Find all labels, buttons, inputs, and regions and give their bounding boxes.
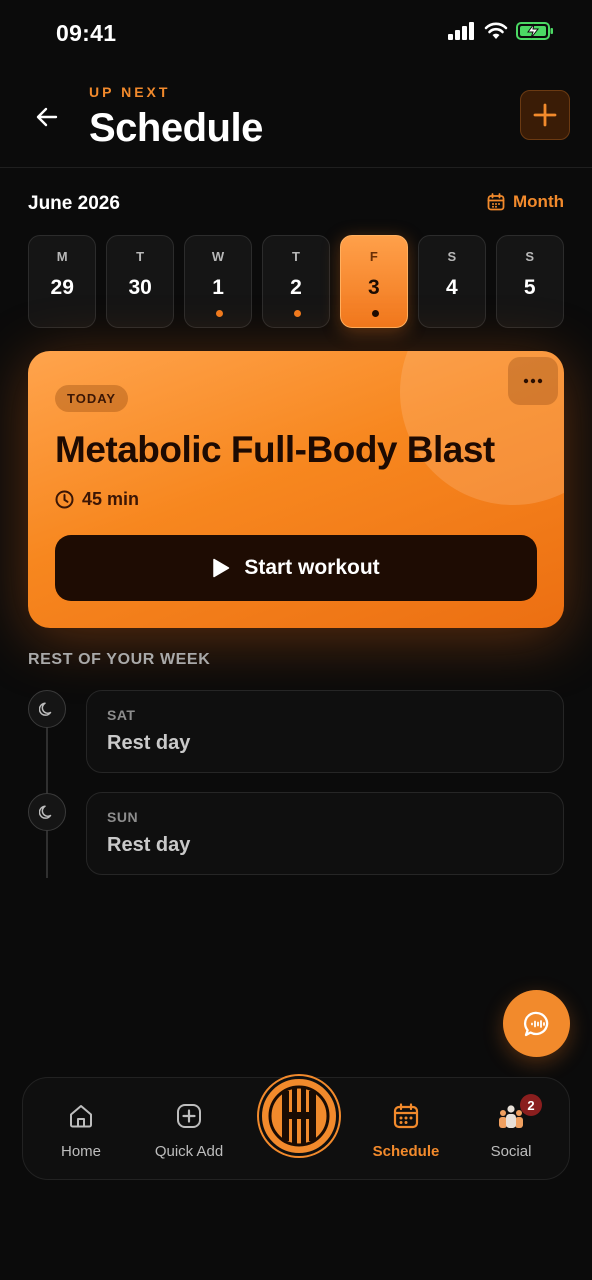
home-icon [70, 1105, 92, 1128]
rest-day-label: Rest day [107, 834, 191, 856]
workout-title: Metabolic Full-Body Blast [55, 429, 495, 470]
day-cell[interactable]: T 2 [261, 235, 331, 328]
nav-social[interactable]: Social 2 [466, 1094, 556, 1160]
timeline-marker [28, 690, 66, 728]
day-cell[interactable]: M 29 [28, 235, 97, 328]
day-of-week: F [369, 249, 378, 264]
rest-day-card[interactable]: SAT Rest day [86, 690, 564, 773]
day-number: 1 [212, 276, 224, 299]
rest-day-label: Rest day [107, 732, 191, 754]
clock-icon [55, 490, 74, 509]
start-workout-label: Start workout [244, 556, 380, 579]
status-time: 09:41 [56, 20, 117, 46]
battery-charging-icon [516, 22, 553, 40]
event-dot [371, 310, 379, 317]
start-workout-button[interactable]: Start workout [55, 535, 537, 601]
day-number: 2 [290, 276, 302, 299]
day-cell[interactable]: S 5 [495, 235, 564, 328]
add-button[interactable] [520, 90, 570, 140]
rest-day-card[interactable]: SUN Rest day [86, 792, 564, 875]
workout-card[interactable]: TODAY Metabolic Full-Body Blast 45 min S… [28, 351, 564, 628]
more-options-button[interactable] [508, 357, 558, 405]
eyebrow-label: UP NEXT [89, 84, 171, 100]
day-cell[interactable]: S 4 [417, 235, 487, 328]
workout-duration: 45 min [55, 489, 139, 510]
status-icons [448, 22, 554, 40]
nav-home-label: Home [60, 1143, 101, 1160]
app-logo-icon [265, 1082, 333, 1150]
day-number: 30 [128, 276, 152, 299]
month-view-toggle[interactable]: Month [487, 192, 564, 212]
section-title: REST OF YOUR WEEK [28, 651, 211, 668]
arrow-left-icon [36, 107, 58, 127]
wifi-icon [484, 22, 508, 39]
chat-fab-button[interactable] [503, 990, 570, 1057]
rest-day-name: SAT [107, 707, 136, 723]
nav-social-label: Social [490, 1143, 532, 1160]
bottom-nav: Home Quick Add Schedule Social 2 [22, 1076, 570, 1180]
day-cell[interactable]: W 1 [183, 235, 253, 328]
plus-square-icon [177, 1104, 201, 1128]
more-horizontal-icon [523, 378, 543, 384]
day-number: 29 [50, 276, 74, 299]
day-strip: M 29 T 30 W 1 T 2 F 3 S 4 S 5 [28, 235, 564, 328]
moon-icon [39, 805, 52, 819]
notification-badge: 2 [520, 1094, 542, 1116]
header: UP NEXT Schedule [0, 66, 592, 168]
day-of-week: T [292, 249, 300, 264]
event-dot [293, 310, 301, 317]
moon-icon [39, 702, 52, 716]
calendar-icon [393, 1103, 419, 1129]
chat-bubble-icon [523, 1011, 548, 1036]
day-cell-selected[interactable]: F 3 [339, 235, 409, 328]
day-number: 5 [523, 276, 536, 299]
day-cell[interactable]: T 30 [105, 235, 175, 328]
month-row: June 2026 Month [28, 190, 564, 220]
app-logo-button[interactable] [259, 1076, 339, 1156]
play-icon [213, 558, 230, 578]
today-badge: TODAY [55, 385, 129, 412]
status-bar: 09:41 [0, 0, 592, 66]
nav-home[interactable]: Home [36, 1100, 126, 1160]
day-of-week: M [56, 249, 68, 264]
day-of-week: T [136, 249, 145, 264]
nav-schedule-label: Schedule [372, 1143, 440, 1160]
day-of-week: S [525, 249, 535, 264]
nav-quick-add[interactable]: Quick Add [144, 1100, 234, 1160]
duration-label: 45 min [82, 489, 140, 509]
timeline-marker [28, 793, 66, 831]
day-number: 4 [445, 276, 458, 299]
cellular-signal-icon [448, 22, 474, 40]
nav-schedule[interactable]: Schedule [361, 1100, 451, 1160]
month-label: June 2026 [28, 193, 120, 214]
rest-day-name: SUN [107, 809, 139, 825]
month-toggle-label: Month [513, 192, 564, 211]
plus-icon [533, 103, 557, 127]
event-dot [215, 310, 223, 317]
nav-quick-add-label: Quick Add [154, 1143, 224, 1160]
day-of-week: W [211, 249, 225, 264]
back-button[interactable] [28, 98, 66, 136]
day-of-week: S [447, 249, 457, 264]
calendar-icon [487, 193, 505, 211]
day-number: 3 [368, 276, 380, 299]
page-title: Schedule [89, 106, 263, 150]
